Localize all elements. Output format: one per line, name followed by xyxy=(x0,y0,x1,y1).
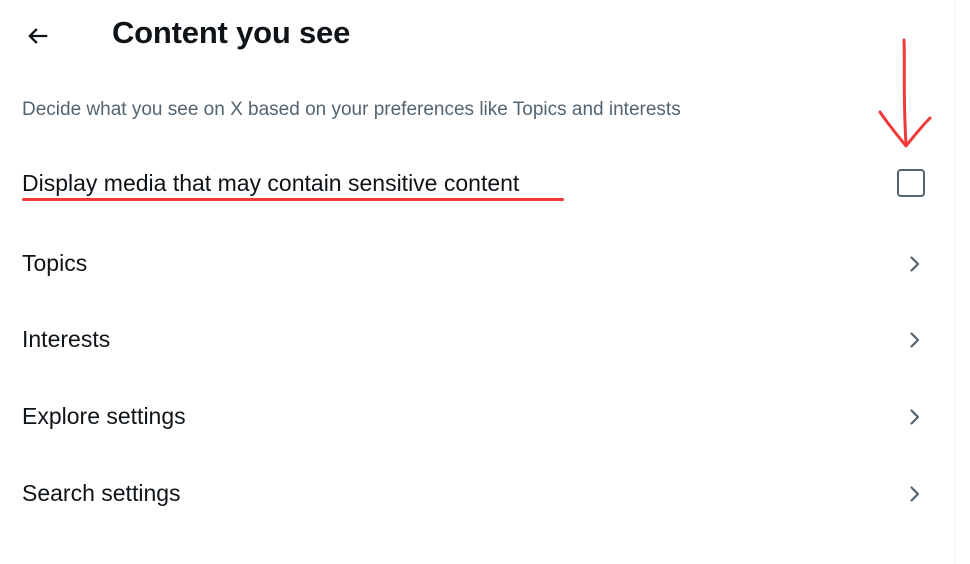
nav-item-label: Topics xyxy=(22,250,88,276)
chevron-right-icon xyxy=(910,332,920,348)
arrow-left-icon xyxy=(28,28,48,44)
nav-item-label: Explore settings xyxy=(22,403,186,429)
page-title: Content you see xyxy=(112,15,351,50)
nav-item-explore-settings[interactable]: Explore settings xyxy=(0,381,955,455)
column-divider xyxy=(955,0,956,564)
back-button[interactable] xyxy=(18,16,58,56)
nav-item-label: Search settings xyxy=(22,480,181,506)
sensitive-media-checkbox[interactable] xyxy=(897,169,925,197)
nav-item-search-settings[interactable]: Search settings xyxy=(0,458,955,532)
nav-item-interests[interactable]: Interests xyxy=(0,304,955,378)
nav-item-label: Interests xyxy=(22,326,111,352)
nav-item-topics[interactable]: Topics xyxy=(0,228,955,302)
sensitive-media-label: Display media that may contain sensitive… xyxy=(22,170,520,196)
sensitive-media-setting[interactable]: Display media that may contain sensitive… xyxy=(0,146,955,220)
content-you-see-page: Content you see Decide what you see on X… xyxy=(0,0,970,564)
chevron-right-icon xyxy=(910,256,920,272)
page-description: Decide what you see on X based on your p… xyxy=(22,99,681,120)
chevron-right-icon xyxy=(910,409,920,425)
page-header: Content you see xyxy=(0,0,955,72)
annotation-underline xyxy=(22,198,564,201)
chevron-right-icon xyxy=(910,486,920,502)
